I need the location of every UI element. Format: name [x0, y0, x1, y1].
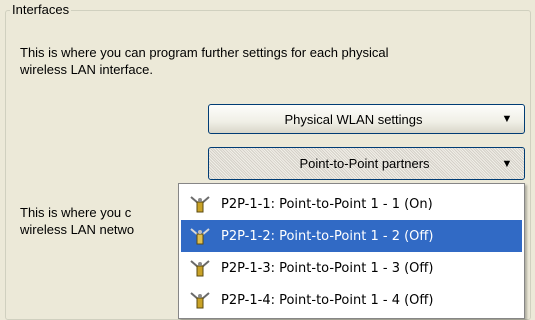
point-to-point-partners-label: Point-to-Point partners: [299, 156, 430, 171]
physical-wlan-settings-label: Physical WLAN settings: [284, 111, 423, 127]
menu-item-p2p-1-3[interactable]: P2P-1-3: Point-to-Point 1 - 3 (Off): [181, 252, 522, 284]
antenna-icon: [190, 228, 210, 245]
menu-item-p2p-1-2[interactable]: P2P-1-2: Point-to-Point 1 - 2 (Off): [181, 220, 522, 252]
chevron-down-icon: ▼: [501, 113, 513, 125]
menu-item-p2p-1-1[interactable]: P2P-1-1: Point-to-Point 1 - 1 (On): [181, 188, 522, 220]
point-to-point-partners-menu: P2P-1-1: Point-to-Point 1 - 1 (On) P2P-1…: [178, 183, 525, 319]
menu-item-label: P2P-1-2: Point-to-Point 1 - 2 (Off): [221, 228, 434, 244]
menu-item-label: P2P-1-1: Point-to-Point 1 - 1 (On): [221, 196, 433, 212]
antenna-icon: [190, 292, 210, 309]
menu-item-label: P2P-1-3: Point-to-Point 1 - 3 (Off): [221, 260, 434, 276]
physical-interface-description: This is where you can program further se…: [20, 45, 389, 77]
physical-wlan-settings-button[interactable]: Physical WLAN settings ▼: [208, 104, 525, 134]
menu-item-label: P2P-1-4: Point-to-Point 1 - 4 (Off): [221, 292, 434, 308]
menu-item-p2p-1-4[interactable]: P2P-1-4: Point-to-Point 1 - 4 (Off): [181, 284, 522, 316]
point-to-point-partners-button[interactable]: Point-to-Point partners ▼: [208, 147, 525, 180]
interfaces-group-title: Interfaces: [10, 2, 72, 18]
chevron-down-icon: ▼: [501, 157, 513, 170]
antenna-icon: [190, 196, 210, 213]
antenna-icon: [190, 260, 210, 277]
